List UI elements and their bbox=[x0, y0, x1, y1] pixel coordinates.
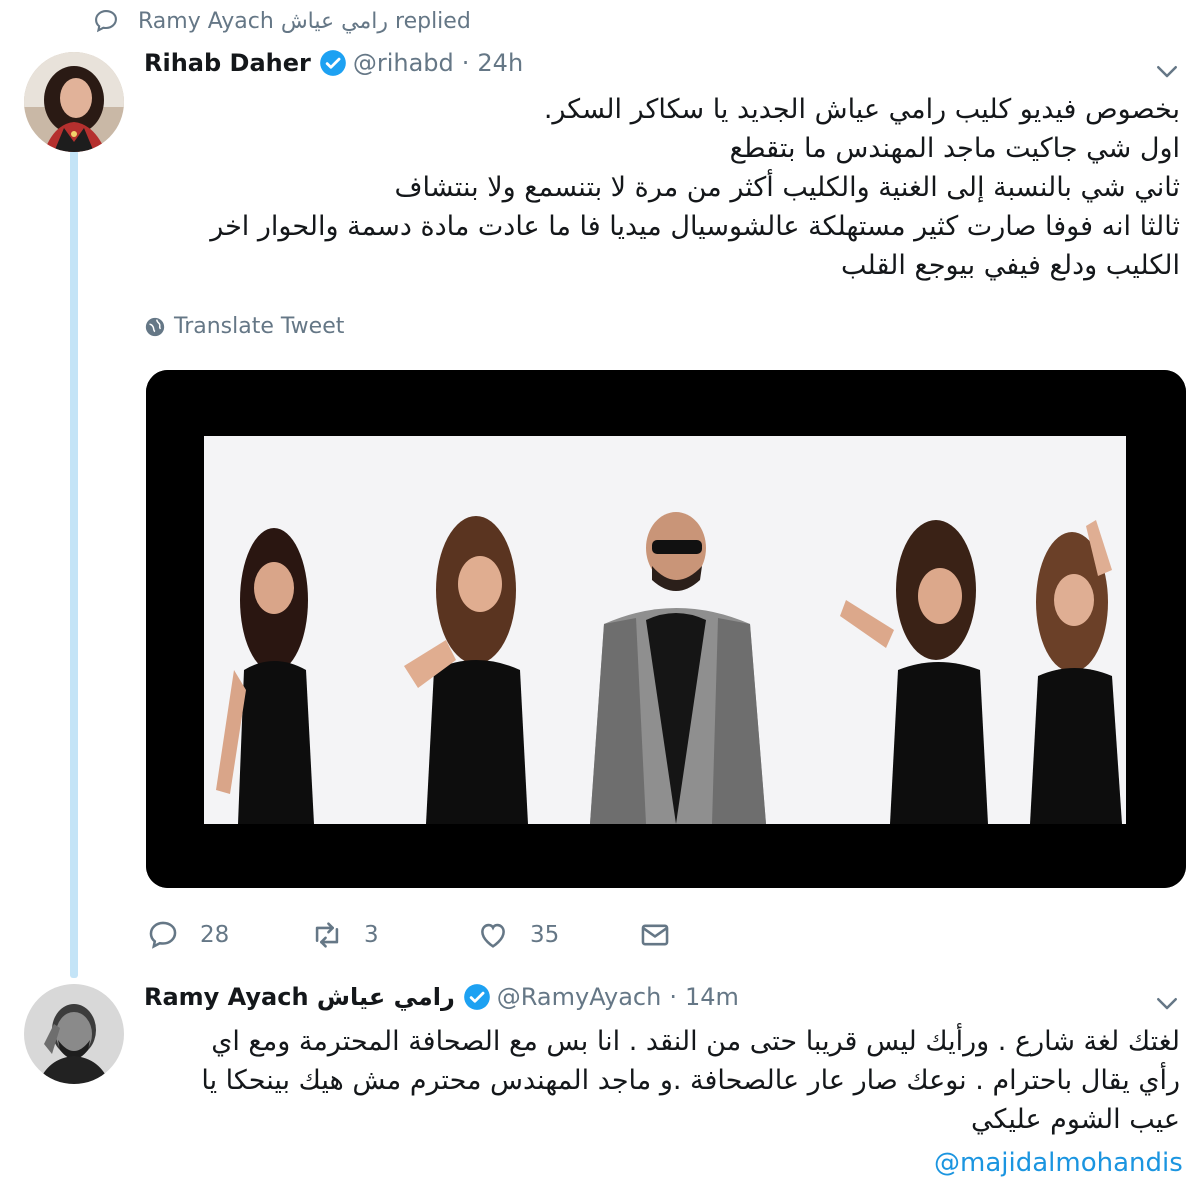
avatar-ramy[interactable] bbox=[24, 984, 124, 1084]
author-name[interactable]: Ramy Ayach رامي عياش bbox=[144, 983, 455, 1011]
tweet-media-image[interactable] bbox=[146, 370, 1186, 888]
reply-context-text: Ramy Ayach رامي عياش replied bbox=[138, 8, 471, 34]
like-button[interactable]: 35 bbox=[476, 918, 559, 952]
author-handle[interactable]: @RamyAyach bbox=[497, 983, 662, 1011]
translate-label: Translate Tweet bbox=[174, 314, 345, 339]
retweet-count: 3 bbox=[364, 922, 379, 948]
separator-dot: · bbox=[461, 49, 470, 77]
thread-connector bbox=[70, 150, 78, 978]
like-count: 35 bbox=[530, 922, 560, 948]
author-handle[interactable]: @rihabd bbox=[353, 49, 454, 77]
globe-icon bbox=[145, 317, 165, 336]
heart-icon bbox=[481, 923, 505, 948]
author-name[interactable]: Rihab Daher bbox=[144, 49, 311, 77]
tweet1-actions: 28 3 35 bbox=[146, 918, 706, 962]
timestamp[interactable]: 14m bbox=[685, 983, 739, 1011]
mention-link[interactable]: @majidalmohandis bbox=[934, 1148, 1183, 1178]
verified-badge-icon bbox=[463, 984, 490, 1010]
translate-tweet-link[interactable]: Translate Tweet bbox=[144, 314, 344, 339]
envelope-icon bbox=[641, 924, 669, 946]
tweet2-header: Ramy Ayach رامي عياش @RamyAyach · 14m bbox=[144, 980, 739, 1014]
reply-icon bbox=[95, 10, 117, 33]
reply-count: 28 bbox=[200, 922, 230, 948]
avatar-rihab[interactable] bbox=[24, 52, 124, 152]
tweet2-text: لغتك لغة شارع . ورأيك ليس قريبا حتى من ا… bbox=[201, 1026, 1180, 1135]
verified-badge-icon bbox=[320, 50, 346, 76]
chevron-down-icon[interactable] bbox=[1152, 56, 1182, 86]
direct-message-button[interactable] bbox=[638, 918, 672, 952]
timestamp[interactable]: 24h bbox=[477, 49, 523, 77]
tweet1-header: Rihab Daher @rihabd · 24h bbox=[144, 46, 523, 80]
reply-context: Ramy Ayach رامي عياش replied bbox=[92, 6, 471, 36]
reply-button[interactable]: 28 bbox=[146, 918, 229, 952]
retweet-button[interactable]: 3 bbox=[310, 918, 379, 952]
separator-dot: · bbox=[669, 983, 677, 1011]
reply-icon bbox=[149, 921, 177, 949]
tweet1-text: بخصوص فيديو كليب رامي عياش الجديد يا سكا… bbox=[210, 94, 1180, 281]
retweet-icon bbox=[315, 922, 339, 948]
chevron-down-icon[interactable] bbox=[1152, 988, 1182, 1018]
